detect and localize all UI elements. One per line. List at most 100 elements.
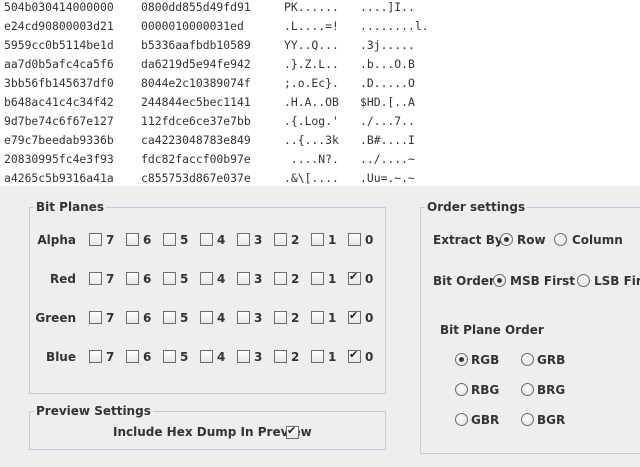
hex-dump-field: .L....=! — [284, 19, 339, 33]
bit-number-label: 7 — [106, 350, 115, 364]
hex-dump-checkbox-label: Include Hex Dump In Preview — [113, 425, 312, 439]
green-bit-5-checkbox[interactable] — [163, 311, 176, 324]
hex-dump-pane[interactable]: 504b030414000000 0800dd855d49fd91 PK......… — [0, 0, 640, 187]
channel-label-green: Green — [35, 311, 76, 325]
red-bit-6-checkbox[interactable] — [126, 272, 139, 285]
alpha-bit-4-checkbox[interactable] — [200, 233, 213, 246]
blue-bit-0-checkbox[interactable] — [348, 348, 361, 363]
blue-bit-2-checkbox[interactable] — [274, 350, 287, 363]
alpha-bit-5-checkbox[interactable] — [163, 233, 176, 246]
bit-plane-order-bgr-radio[interactable] — [521, 413, 534, 426]
green-bit-7-checkbox[interactable] — [89, 311, 102, 324]
bit-number-label: 0 — [365, 233, 374, 247]
bit-number-label: 4 — [217, 233, 226, 247]
blue-bit-7-checkbox[interactable] — [89, 350, 102, 363]
blue-bit-6-checkbox[interactable] — [126, 350, 139, 363]
bit-number-label: 3 — [254, 272, 263, 286]
bit-number-label: 4 — [217, 350, 226, 364]
red-bit-4-checkbox[interactable] — [200, 272, 213, 285]
red-bit-0-checkbox[interactable] — [348, 270, 361, 285]
hex-dump-field: 244844ec5bec1141 — [141, 95, 251, 109]
bit-plane-order-bgr-label: BGR — [537, 413, 566, 427]
red-bit-5-checkbox[interactable] — [163, 272, 176, 285]
bit-plane-order-brg-label: BRG — [537, 383, 566, 397]
bit-order-label: Bit Order — [433, 274, 495, 288]
settings-panel: Bit Planes Alpha 7 6 5 4 3 2 1 0 Red 7 6 5 4 3 2 1 0 Green… — [0, 186, 640, 467]
bit-plane-order-gbr-radio[interactable] — [455, 413, 468, 426]
bit-plane-order-rbg-radio[interactable] — [455, 383, 468, 396]
hex-dump-field: c855753d867e037e — [141, 171, 251, 185]
bit-order-msb-label: MSB First — [510, 274, 576, 288]
bit-number-label: 3 — [254, 311, 263, 325]
hex-dump-field: .b...O.B — [360, 57, 415, 71]
hex-dump-field: 0000010000031ed — [141, 19, 244, 33]
bit-number-label: 0 — [365, 311, 374, 325]
green-bit-6-checkbox[interactable] — [126, 311, 139, 324]
red-bit-3-checkbox[interactable] — [237, 272, 250, 285]
hex-dump-field: ;.o.Ec}. — [284, 76, 339, 90]
green-bit-2-checkbox[interactable] — [274, 311, 287, 324]
hex-dump-field: .{.Log.' — [284, 114, 339, 128]
bit-number-label: 6 — [143, 233, 152, 247]
green-bit-0-checkbox[interactable] — [348, 309, 361, 324]
bit-number-label: 0 — [365, 350, 374, 364]
red-bit-1-checkbox[interactable] — [311, 272, 324, 285]
hex-dump-field: $HD.[..A — [360, 95, 415, 109]
extract-by-row-radio[interactable] — [500, 233, 513, 246]
bit-order-msb-radio[interactable] — [493, 274, 506, 287]
bit-number-label: 2 — [291, 350, 300, 364]
channel-label-red: Red — [50, 272, 76, 286]
blue-bit-1-checkbox[interactable] — [311, 350, 324, 363]
bit-number-label: 5 — [180, 233, 189, 247]
bit-plane-order-rgb-radio[interactable] — [455, 353, 468, 366]
red-bit-2-checkbox[interactable] — [274, 272, 287, 285]
blue-bit-4-checkbox[interactable] — [200, 350, 213, 363]
hex-dump-field: 20830995fc4e3f93 — [4, 152, 114, 166]
green-bit-4-checkbox[interactable] — [200, 311, 213, 324]
bit-plane-order-rbg-label: RBG — [471, 383, 500, 397]
bit-number-label: 1 — [328, 272, 337, 286]
blue-bit-5-checkbox[interactable] — [163, 350, 176, 363]
hex-dump-field: 112fdce6ce37e7bb — [141, 114, 251, 128]
bit-plane-order-grb-label: GRB — [537, 353, 566, 367]
green-bit-1-checkbox[interactable] — [311, 311, 324, 324]
green-bit-3-checkbox[interactable] — [237, 311, 250, 324]
bit-number-label: 1 — [328, 311, 337, 325]
extract-by-column-radio[interactable] — [554, 233, 567, 246]
hex-dump-field: 8044e2c10389074f — [141, 76, 251, 90]
bit-number-label: 2 — [291, 272, 300, 286]
hex-dump-field: YY..Q... — [284, 38, 339, 52]
alpha-bit-3-checkbox[interactable] — [237, 233, 250, 246]
bit-number-label: 7 — [106, 311, 115, 325]
red-bit-7-checkbox[interactable] — [89, 272, 102, 285]
blue-bit-3-checkbox[interactable] — [237, 350, 250, 363]
bit-plane-order-grb-radio[interactable] — [521, 353, 534, 366]
bit-number-label: 5 — [180, 272, 189, 286]
alpha-bit-0-checkbox[interactable] — [348, 233, 361, 246]
bit-number-label: 3 — [254, 350, 263, 364]
bit-plane-order-brg-radio[interactable] — [521, 383, 534, 396]
hex-dump-checkbox[interactable] — [286, 424, 299, 439]
bit-number-label: 4 — [217, 311, 226, 325]
alpha-bit-1-checkbox[interactable] — [311, 233, 324, 246]
bit-number-label: 1 — [328, 233, 337, 247]
alpha-bit-6-checkbox[interactable] — [126, 233, 139, 246]
order-settings-title: Order settings — [425, 200, 528, 215]
hex-dump-field: ..{...3k — [284, 133, 339, 147]
bit-order-lsb-label: LSB First — [594, 274, 640, 288]
hex-dump-field: 3bb56fb145637df0 — [4, 76, 114, 90]
bit-number-label: 5 — [180, 350, 189, 364]
hex-dump-field: b5336aafbdb10589 — [141, 38, 251, 52]
bit-number-label: 2 — [291, 311, 300, 325]
hex-dump-field: e79c7beedab9336b — [4, 133, 114, 147]
hex-dump-field: .&\[.... — [284, 171, 339, 185]
hex-dump-field: ....]I.. — [360, 0, 415, 14]
extract-by-label: Extract By — [433, 233, 503, 247]
bit-order-lsb-radio[interactable] — [577, 274, 590, 287]
hex-dump-field: ca4223048783e849 — [141, 133, 251, 147]
bit-number-label: 6 — [143, 272, 152, 286]
hex-dump-field: aa7d0b5afc4ca5f6 — [4, 57, 114, 71]
alpha-bit-7-checkbox[interactable] — [89, 233, 102, 246]
hex-dump-field: ../....~ — [360, 152, 415, 166]
alpha-bit-2-checkbox[interactable] — [274, 233, 287, 246]
